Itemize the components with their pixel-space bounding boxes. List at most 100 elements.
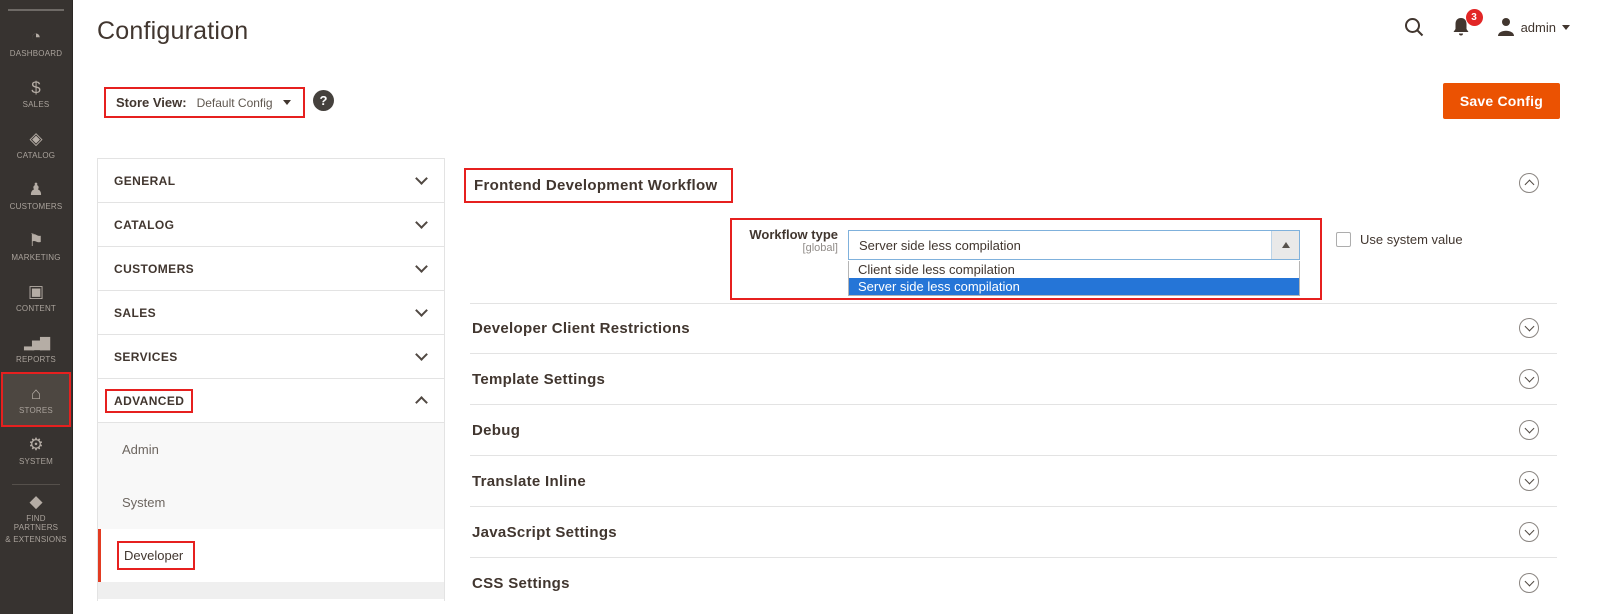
section-title: JavaScript Settings	[472, 523, 617, 541]
chevron-up-icon	[1524, 179, 1534, 190]
chevron-down-icon	[1524, 423, 1534, 434]
catalog-icon: ◈	[29, 128, 43, 148]
select-arrow-button[interactable]	[1271, 231, 1299, 259]
chevron-down-icon	[1524, 525, 1534, 536]
workflow-type-label: Workflow type	[749, 227, 838, 242]
expand-section-button[interactable]	[1519, 318, 1539, 338]
admin-user-menu[interactable]: admin	[1497, 17, 1570, 37]
section-translate-inline[interactable]: Translate Inline	[470, 456, 1557, 507]
store-view-switcher[interactable]: Store View: Default Config	[104, 87, 305, 118]
expand-section-button[interactable]	[1519, 420, 1539, 440]
magento-admin-configuration-page: ◔ DASHBOARD $ SALES ◈ CATALOG ♟ CUSTOMER…	[0, 0, 1600, 614]
config-nav-label: SALES	[114, 305, 157, 320]
sidebar-item-label: CATALOG	[16, 150, 56, 160]
config-nav-advanced[interactable]: ADVANCED	[98, 379, 444, 423]
sidebar-item-label: SYSTEM	[18, 456, 54, 466]
sidebar-item-label: REPORTS	[16, 354, 56, 364]
workflow-type-select[interactable]: Server side less compilation	[848, 230, 1300, 260]
sidebar-item-stores[interactable]: ⌂ STORES	[1, 372, 71, 427]
config-nav-catalog[interactable]: CATALOG	[98, 203, 444, 247]
reports-icon: ▂▅▇	[24, 334, 50, 350]
page-title: Configuration	[97, 17, 249, 45]
use-system-value-checkbox[interactable]	[1336, 232, 1351, 247]
expand-section-button[interactable]	[1519, 369, 1539, 389]
expand-section-button[interactable]	[1519, 573, 1539, 593]
sidebar-item-label: MARKETING	[11, 252, 61, 262]
config-nav-services[interactable]: SERVICES	[98, 335, 444, 379]
expand-section-button[interactable]	[1519, 522, 1539, 542]
chevron-down-icon	[282, 100, 291, 105]
section-title-frontend-development-workflow[interactable]: Frontend Development Workflow	[464, 168, 734, 203]
section-template-settings[interactable]: Template Settings	[470, 354, 1557, 405]
help-icon[interactable]: ?	[313, 90, 334, 111]
admin-user-name: admin	[1520, 19, 1556, 35]
config-nav-sales[interactable]: SALES	[98, 291, 444, 335]
content-icon: ▣	[27, 281, 45, 301]
sidebar-item-content[interactable]: ▣ CONTENT	[3, 272, 69, 323]
sidebar-item-label: & EXTENSIONS	[5, 535, 67, 544]
config-nav-general[interactable]: GENERAL	[98, 159, 444, 203]
section-debug[interactable]: Debug	[470, 405, 1557, 456]
extensions-icon: ◆	[29, 492, 43, 511]
stores-icon: ⌂	[30, 383, 42, 403]
chevron-down-icon	[1524, 372, 1534, 383]
system-icon: ⚙	[28, 434, 44, 454]
subnav-item-system[interactable]: System	[98, 476, 444, 529]
subnav-item-admin[interactable]: Admin	[98, 423, 444, 476]
triangle-up-icon	[1281, 242, 1290, 248]
chevron-down-icon	[415, 304, 428, 317]
user-icon	[1497, 18, 1514, 36]
collapsed-sections: Developer Client Restrictions Template S…	[470, 303, 1557, 609]
option-client-side-less-compilation[interactable]: Client side less compilation	[849, 261, 1299, 278]
subnav-item-developer[interactable]: Developer	[98, 529, 444, 582]
sidebar-divider	[12, 484, 60, 485]
config-section-nav: GENERAL CATALOG CUSTOMERS SALES SERVICES…	[97, 158, 445, 601]
config-nav-customers[interactable]: CUSTOMERS	[98, 247, 444, 291]
dashboard-icon: ◔	[30, 26, 42, 46]
sidebar-item-reports[interactable]: ▂▅▇ REPORTS	[3, 323, 69, 374]
sidebar-item-system[interactable]: ⚙ SYSTEM	[3, 425, 69, 476]
chevron-down-icon	[1524, 576, 1534, 587]
collapse-section-button[interactable]	[1519, 173, 1539, 193]
config-toolbar: Store View: Default Config ? Save Config	[74, 62, 1600, 140]
section-developer-client-restrictions[interactable]: Developer Client Restrictions	[470, 303, 1557, 354]
magento-logo[interactable]	[8, 9, 64, 11]
chevron-down-icon	[415, 348, 428, 361]
sidebar-item-label: CUSTOMERS	[9, 201, 63, 211]
header-actions: 3 admin	[1403, 9, 1570, 38]
customers-icon: ♟	[28, 179, 44, 199]
sidebar-item-catalog[interactable]: ◈ CATALOG	[3, 119, 69, 170]
save-config-button[interactable]: Save Config	[1442, 83, 1560, 119]
config-nav-label: ADVANCED	[105, 388, 194, 413]
config-nav-label: CUSTOMERS	[114, 261, 195, 276]
sidebar-item-find-partners-extensions[interactable]: ◆ FIND PARTNERS & EXTENSIONS	[3, 492, 69, 545]
page-header: Configuration 3 admin	[74, 0, 1600, 62]
config-nav-label: CATALOG	[114, 217, 175, 232]
expand-section-button[interactable]	[1519, 471, 1539, 491]
nav-bottom-strip	[98, 582, 444, 599]
main-nav-sidebar: ◔ DASHBOARD $ SALES ◈ CATALOG ♟ CUSTOMER…	[0, 0, 73, 614]
subnav-item-label: Admin	[122, 442, 159, 457]
use-system-value-field: Use system value	[1336, 232, 1463, 247]
sidebar-item-sales[interactable]: $ SALES	[3, 68, 69, 119]
section-javascript-settings[interactable]: JavaScript Settings	[470, 507, 1557, 558]
sidebar-item-dashboard[interactable]: ◔ DASHBOARD	[3, 17, 69, 68]
config-content: Frontend Development Workflow Workflow t…	[464, 158, 1557, 614]
store-view-value: Default Config	[196, 95, 273, 110]
section-title: Developer Client Restrictions	[472, 319, 690, 337]
notifications-button[interactable]: 3	[1451, 9, 1483, 38]
section-title: Translate Inline	[472, 472, 587, 490]
workflow-type-scope: [global]	[802, 242, 838, 254]
section-title: Debug	[472, 421, 521, 439]
sidebar-item-label: STORES	[19, 405, 53, 415]
workflow-type-selected-value: Server side less compilation	[859, 238, 1021, 253]
sidebar-item-marketing[interactable]: ⚑ MARKETING	[3, 221, 69, 272]
chevron-down-icon	[415, 216, 428, 229]
section-css-settings[interactable]: CSS Settings	[470, 558, 1557, 609]
sidebar-item-customers[interactable]: ♟ CUSTOMERS	[3, 170, 69, 221]
search-icon[interactable]	[1403, 16, 1425, 38]
option-server-side-less-compilation[interactable]: Server side less compilation	[849, 278, 1299, 295]
sidebar-item-label: DASHBOARD	[9, 48, 63, 58]
chevron-down-icon	[1524, 321, 1534, 332]
notification-count-badge: 3	[1465, 9, 1483, 26]
